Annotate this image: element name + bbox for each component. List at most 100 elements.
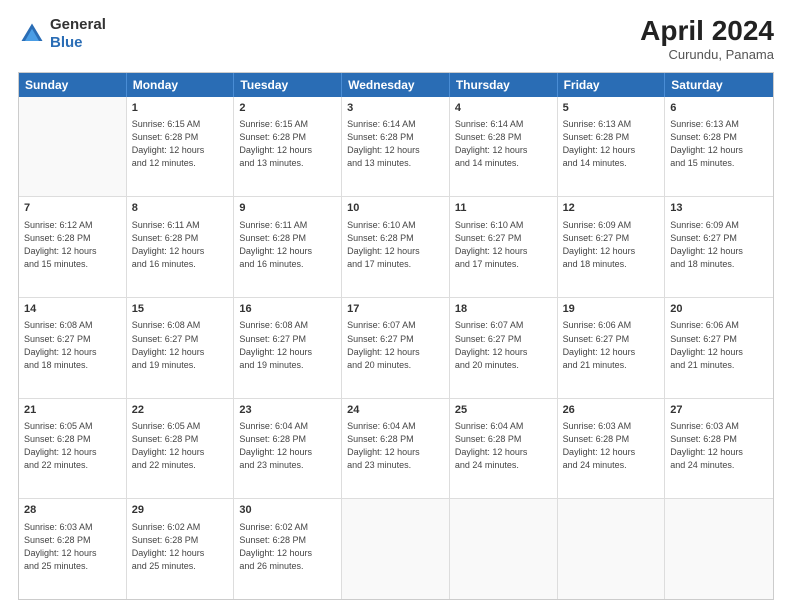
- header-day-monday: Monday: [127, 73, 235, 97]
- day-info: Sunrise: 6:10 AMSunset: 6:28 PMDaylight:…: [347, 219, 444, 271]
- day-info: Sunrise: 6:13 AMSunset: 6:28 PMDaylight:…: [670, 118, 768, 170]
- day-info: Sunrise: 6:14 AMSunset: 6:28 PMDaylight:…: [455, 118, 552, 170]
- day-info: Sunrise: 6:02 AMSunset: 6:28 PMDaylight:…: [132, 521, 229, 573]
- calendar-cell: 6Sunrise: 6:13 AMSunset: 6:28 PMDaylight…: [665, 97, 773, 197]
- day-info: Sunrise: 6:07 AMSunset: 6:27 PMDaylight:…: [455, 319, 552, 371]
- day-info: Sunrise: 6:04 AMSunset: 6:28 PMDaylight:…: [455, 420, 552, 472]
- main-title: April 2024: [640, 16, 774, 47]
- header: General Blue April 2024 Curundu, Panama: [18, 16, 774, 62]
- calendar-row-0: 1 Sunrise: 6:15 AMSunset: 6:28 PMDaylight…: [19, 97, 773, 198]
- day-number: 10: [347, 201, 444, 216]
- day-info: Sunrise: 6:06 AMSunset: 6:27 PMDaylight:…: [670, 319, 768, 371]
- day-info: Sunrise: 6:13 AMSunset: 6:28 PMDaylight:…: [563, 118, 660, 170]
- day-info: Sunrise: 6:12 AMSunset: 6:28 PMDaylight:…: [24, 219, 121, 271]
- day-number: 25: [455, 403, 552, 418]
- calendar-cell: [665, 499, 773, 599]
- calendar-cell: 16Sunrise: 6:08 AMSunset: 6:27 PMDayligh…: [234, 298, 342, 398]
- calendar-row-3: 21 Sunrise: 6:05 AMSunset: 6:28 PMDayligh…: [19, 399, 773, 500]
- header-day-sunday: Sunday: [19, 73, 127, 97]
- calendar-cell: 23 Sunrise: 6:04 AMSunset: 6:28 PMDayligh…: [234, 399, 342, 499]
- day-info: Sunrise: 6:08 AMSunset: 6:27 PMDaylight:…: [239, 319, 336, 371]
- logo-blue: Blue: [50, 34, 83, 51]
- day-number: 28: [24, 503, 121, 518]
- calendar-cell: 26 Sunrise: 6:03 AMSunset: 6:28 PMDayligh…: [558, 399, 666, 499]
- calendar-cell: 8Sunrise: 6:11 AMSunset: 6:28 PMDaylight…: [127, 197, 235, 297]
- day-info: Sunrise: 6:11 AMSunset: 6:28 PMDaylight:…: [239, 219, 336, 271]
- day-info: Sunrise: 6:07 AMSunset: 6:27 PMDaylight:…: [347, 319, 444, 371]
- calendar-body: 1 Sunrise: 6:15 AMSunset: 6:28 PMDaylight…: [19, 97, 773, 599]
- calendar-row-1: 7Sunrise: 6:12 AMSunset: 6:28 PMDaylight…: [19, 197, 773, 298]
- calendar-cell: 11Sunrise: 6:10 AMSunset: 6:27 PMDayligh…: [450, 197, 558, 297]
- calendar-cell: 18 Sunrise: 6:07 AMSunset: 6:27 PMDayligh…: [450, 298, 558, 398]
- calendar-cell: [19, 97, 127, 197]
- day-info: Sunrise: 6:03 AMSunset: 6:28 PMDaylight:…: [24, 521, 121, 573]
- day-info: Sunrise: 6:02 AMSunset: 6:28 PMDaylight:…: [239, 521, 336, 573]
- calendar-cell: 28 Sunrise: 6:03 AMSunset: 6:28 PMDayligh…: [19, 499, 127, 599]
- calendar-cell: 14 Sunrise: 6:08 AMSunset: 6:27 PMDayligh…: [19, 298, 127, 398]
- calendar-cell: 22Sunrise: 6:05 AMSunset: 6:28 PMDayligh…: [127, 399, 235, 499]
- calendar-cell: 25 Sunrise: 6:04 AMSunset: 6:28 PMDayligh…: [450, 399, 558, 499]
- day-number: 13: [670, 201, 768, 216]
- day-number: 2: [239, 101, 336, 116]
- calendar-cell: 29 Sunrise: 6:02 AMSunset: 6:28 PMDayligh…: [127, 499, 235, 599]
- day-info: Sunrise: 6:04 AMSunset: 6:28 PMDaylight:…: [239, 420, 336, 472]
- day-info: Sunrise: 6:03 AMSunset: 6:28 PMDaylight:…: [563, 420, 660, 472]
- day-number: 21: [24, 403, 121, 418]
- day-number: 19: [563, 302, 660, 317]
- calendar-cell: 7Sunrise: 6:12 AMSunset: 6:28 PMDaylight…: [19, 197, 127, 297]
- day-number: 27: [670, 403, 768, 418]
- calendar-cell: 19Sunrise: 6:06 AMSunset: 6:27 PMDayligh…: [558, 298, 666, 398]
- calendar-cell: [450, 499, 558, 599]
- logo-text: General Blue: [50, 16, 106, 52]
- day-number: 30: [239, 503, 336, 518]
- calendar-cell: [342, 499, 450, 599]
- day-info: Sunrise: 6:14 AMSunset: 6:28 PMDaylight:…: [347, 118, 444, 170]
- day-number: 14: [24, 302, 121, 317]
- logo-general: General: [50, 16, 106, 33]
- day-info: Sunrise: 6:09 AMSunset: 6:27 PMDaylight:…: [670, 219, 768, 271]
- day-info: Sunrise: 6:15 AMSunset: 6:28 PMDaylight:…: [132, 118, 229, 170]
- calendar-cell: 17 Sunrise: 6:07 AMSunset: 6:27 PMDayligh…: [342, 298, 450, 398]
- day-info: Sunrise: 6:04 AMSunset: 6:28 PMDaylight:…: [347, 420, 444, 472]
- calendar-row-4: 28 Sunrise: 6:03 AMSunset: 6:28 PMDayligh…: [19, 499, 773, 599]
- calendar-cell: 1 Sunrise: 6:15 AMSunset: 6:28 PMDaylight…: [127, 97, 235, 197]
- calendar-cell: 10 Sunrise: 6:10 AMSunset: 6:28 PMDayligh…: [342, 197, 450, 297]
- day-number: 12: [563, 201, 660, 216]
- calendar-cell: 9 Sunrise: 6:11 AMSunset: 6:28 PMDaylight…: [234, 197, 342, 297]
- logo-icon: [18, 20, 46, 48]
- header-day-thursday: Thursday: [450, 73, 558, 97]
- day-number: 9: [239, 201, 336, 216]
- day-number: 3: [347, 101, 444, 116]
- day-number: 20: [670, 302, 768, 317]
- day-number: 5: [563, 101, 660, 116]
- day-number: 23: [239, 403, 336, 418]
- day-number: 29: [132, 503, 229, 518]
- calendar-cell: 13 Sunrise: 6:09 AMSunset: 6:27 PMDayligh…: [665, 197, 773, 297]
- day-number: 22: [132, 403, 229, 418]
- day-number: 24: [347, 403, 444, 418]
- day-number: 26: [563, 403, 660, 418]
- day-number: 17: [347, 302, 444, 317]
- calendar-cell: 12Sunrise: 6:09 AMSunset: 6:27 PMDayligh…: [558, 197, 666, 297]
- day-info: Sunrise: 6:10 AMSunset: 6:27 PMDaylight:…: [455, 219, 552, 271]
- day-info: Sunrise: 6:08 AMSunset: 6:27 PMDaylight:…: [132, 319, 229, 371]
- header-day-tuesday: Tuesday: [234, 73, 342, 97]
- calendar-cell: 2 Sunrise: 6:15 AMSunset: 6:28 PMDaylight…: [234, 97, 342, 197]
- day-number: 15: [132, 302, 229, 317]
- day-number: 18: [455, 302, 552, 317]
- day-info: Sunrise: 6:05 AMSunset: 6:28 PMDaylight:…: [24, 420, 121, 472]
- logo: General Blue: [18, 16, 106, 52]
- day-number: 4: [455, 101, 552, 116]
- calendar-cell: 20 Sunrise: 6:06 AMSunset: 6:27 PMDayligh…: [665, 298, 773, 398]
- day-info: Sunrise: 6:03 AMSunset: 6:28 PMDaylight:…: [670, 420, 768, 472]
- calendar-header: SundayMondayTuesdayWednesdayThursdayFrid…: [19, 73, 773, 97]
- day-number: 8: [132, 201, 229, 216]
- calendar-cell: 27 Sunrise: 6:03 AMSunset: 6:28 PMDayligh…: [665, 399, 773, 499]
- day-number: 1: [132, 101, 229, 116]
- calendar-row-2: 14 Sunrise: 6:08 AMSunset: 6:27 PMDayligh…: [19, 298, 773, 399]
- calendar-cell: 5 Sunrise: 6:13 AMSunset: 6:28 PMDaylight…: [558, 97, 666, 197]
- calendar-cell: 4 Sunrise: 6:14 AMSunset: 6:28 PMDaylight…: [450, 97, 558, 197]
- calendar-cell: 30 Sunrise: 6:02 AMSunset: 6:28 PMDayligh…: [234, 499, 342, 599]
- day-info: Sunrise: 6:08 AMSunset: 6:27 PMDaylight:…: [24, 319, 121, 371]
- day-info: Sunrise: 6:15 AMSunset: 6:28 PMDaylight:…: [239, 118, 336, 170]
